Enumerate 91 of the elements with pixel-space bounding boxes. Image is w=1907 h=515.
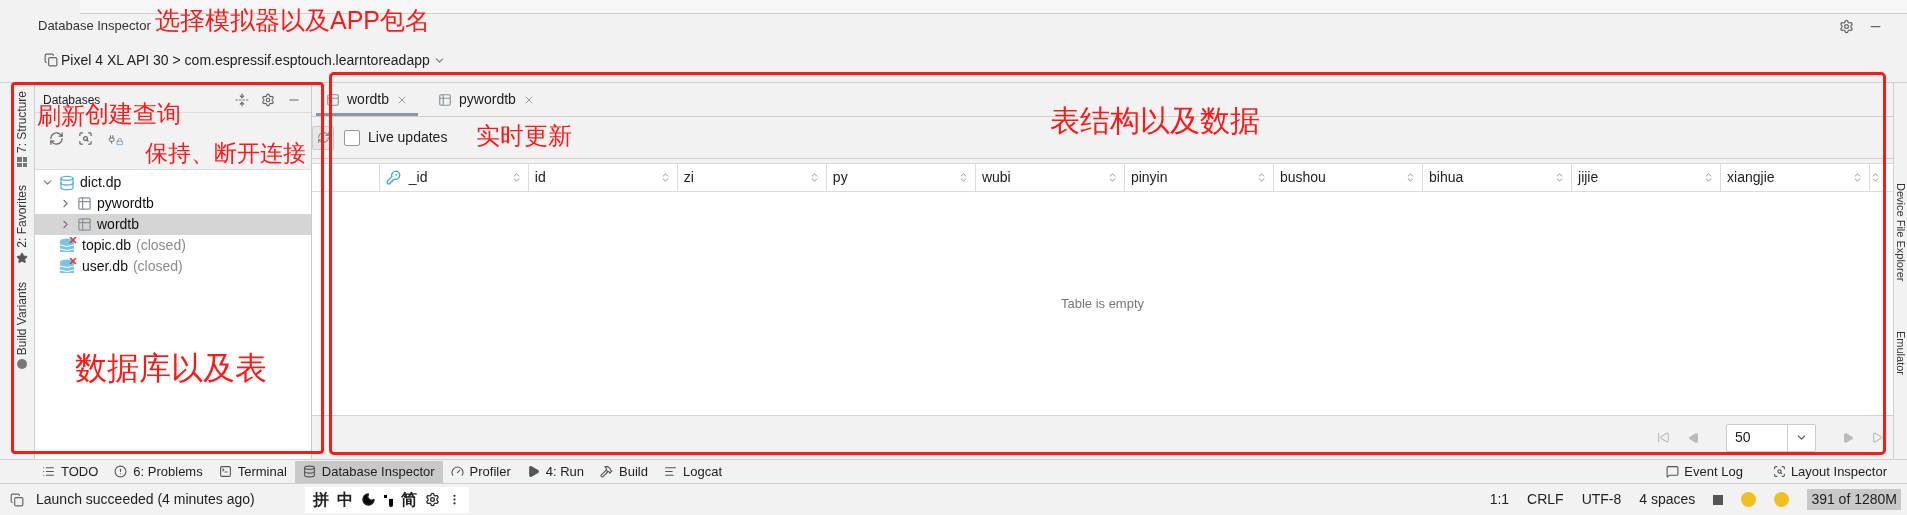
list-icon [42,465,55,478]
database-closed-icon [59,258,77,275]
speech-bubble-icon [1666,465,1680,478]
column-header[interactable]: bihua [1423,164,1572,191]
tree-label: pywordtb [97,194,154,213]
settings-icon[interactable] [424,492,440,507]
table-icon [326,92,340,107]
refresh-icon [316,131,330,144]
previous-page-icon[interactable] [1688,431,1700,444]
side-tab[interactable]: 2: Favorites [13,185,31,264]
structure-icon [17,157,27,168]
table-tab[interactable]: wordtb [316,86,419,116]
tool-window-button[interactable]: 6: Problems [106,460,211,483]
collapse-icon[interactable] [235,92,249,107]
tool-window-button[interactable]: Database Inspector [294,460,443,483]
tool-window-button[interactable]: Logcat [656,460,731,483]
punctuation-icon[interactable] [383,492,393,507]
tree-row[interactable]: wordtb [35,214,311,235]
side-tab[interactable]: Device File Explorer [1894,183,1907,282]
column-header[interactable]: id [528,164,678,191]
empty-message: Table is empty [1060,294,1145,313]
annotation-text: 数据库以及表 [75,352,267,384]
annotation-text: 实时更新 [476,124,572,148]
status-note: (closed) [132,257,183,276]
tree-label: topic.db [82,236,132,255]
table-icon [77,217,92,232]
column-header[interactable]: jijie [1572,164,1722,191]
sort-icon[interactable] [1405,172,1416,183]
ime-button[interactable]: 简 [400,487,417,512]
memory-indicator[interactable]: 391 of 1280M [1807,489,1901,510]
status-item[interactable]: UTF-8 [1581,489,1622,510]
annotation-text: 创建查询 [85,102,181,126]
status-message: Launch succeeded (4 minutes ago) [36,490,255,509]
live-updates-checkbox[interactable]: Live updates [344,127,448,148]
tool-window-button[interactable]: Build [592,460,656,483]
first-page-icon[interactable] [1657,431,1670,444]
annotation-text: 选择模拟器以及APP包名 [155,8,431,33]
refresh-icon[interactable] [49,131,64,146]
page-size-select[interactable]: 50 [1726,423,1816,452]
annotation-text: 表结构以及数据 [1050,106,1260,136]
database-icon [59,174,75,191]
column-header[interactable]: _id [379,164,529,191]
last-page-icon[interactable] [1872,431,1885,444]
tree-label: dict.dp [80,173,122,192]
alert-icon [114,465,128,478]
status-icon[interactable] [10,492,24,507]
tool-window-button[interactable]: Layout Inspector [1772,461,1887,482]
status-item[interactable]: 1:1 [1489,489,1510,510]
play-icon [526,465,540,478]
status-item[interactable]: CRLF [1527,489,1564,510]
side-tab[interactable]: Build Variants [13,281,31,369]
device-icon [44,53,58,67]
table-icon [438,92,453,107]
table-tab[interactable]: pywordtb [428,86,545,116]
ime-button[interactable]: 中 [336,487,353,512]
tree-label: wordtb [97,215,140,234]
key-icon [385,170,401,185]
status-note: (closed) [136,236,186,255]
moon-icon[interactable] [360,492,376,507]
ime-button[interactable]: 拼 [312,487,329,512]
column-header[interactable]: bushou [1273,164,1423,191]
inspect-icon [1772,465,1786,478]
terminal-icon [218,465,232,478]
sort-icon[interactable] [1554,172,1565,183]
next-page-icon[interactable] [1842,431,1854,444]
tool-window-button[interactable]: Profiler [442,460,519,483]
side-tab[interactable]: 7: Structure [13,91,31,168]
query-icon[interactable] [78,131,93,146]
tool-window-button[interactable]: TODO [34,460,107,483]
hammer-icon [600,465,614,478]
side-tab[interactable]: Emulator [1894,331,1907,376]
tree-label: user.db [82,257,128,276]
column-header[interactable]: zi [677,164,827,191]
star-icon [16,251,28,264]
tool-window-button[interactable]: Event Log [1666,461,1743,482]
tool-window-button[interactable]: 4: Run [518,460,593,483]
status-item[interactable]: 4 spaces [1639,489,1696,510]
lines-icon [664,465,677,478]
device-selector[interactable]: Pixel 4 XL API 30 > com.espressif.esptouch.learntoreadapp [44,49,446,71]
column-header[interactable]: wubi [975,164,1125,191]
database-icon [302,465,316,478]
column-header[interactable]: xiangjie [1721,164,1871,191]
column-header[interactable]: pinyin [1124,164,1274,191]
gauge-icon [450,465,464,478]
tool-window-title: Database Inspector [38,17,151,36]
database-closed-icon [59,237,77,254]
annotation-text: 保持、断开连接 [145,142,306,165]
column-header[interactable]: py [826,164,976,191]
variants-icon [17,358,27,369]
table-icon [77,196,92,211]
tool-window-button[interactable]: Terminal [210,460,295,483]
